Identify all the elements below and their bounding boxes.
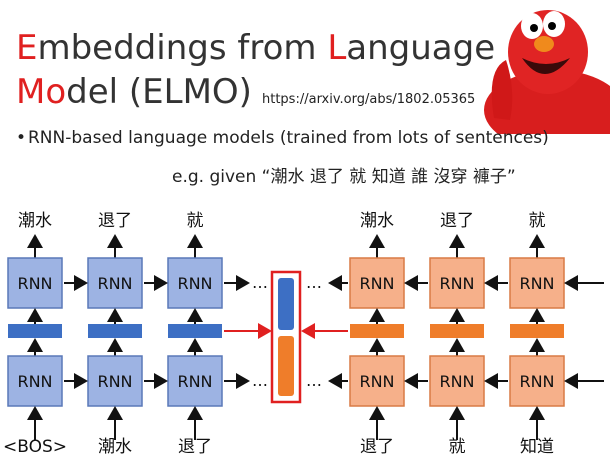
bwd-rnn-top-1-label: RNN [439, 274, 474, 293]
bwd-rnn-bottom-1-label: RNN [439, 372, 474, 391]
title-line-1: Embeddings from Language [16, 28, 496, 68]
fwd-hidden-vector-2 [168, 324, 222, 338]
elmo-diagram: 潮水RNNRNN<BOS>退了RNNRNN潮水就RNNRNN退了潮水RNNRNN… [3, 211, 604, 457]
fwd-output-word-1: 退了 [98, 211, 132, 231]
bwd-output-word-2: 就 [529, 211, 546, 231]
bwd-rnn-top-0-label: RNN [359, 274, 394, 293]
bullet-dot-icon: • [16, 128, 27, 148]
fwd-input-word-0: <BOS> [3, 437, 67, 457]
bwd-input-word-0: 退了 [360, 437, 394, 457]
bwd-output-word-1: 退了 [440, 211, 474, 231]
fwd-rnn-bottom-1-label: RNN [97, 372, 132, 391]
fwd-input-word-2: 退了 [178, 437, 212, 457]
fwd-input-word-1: 潮水 [98, 437, 132, 457]
concat-forward-part [278, 278, 294, 330]
fwd-rnn-top-2-label: RNN [177, 274, 212, 293]
fwd-output-word-2: 就 [187, 211, 204, 231]
fwd-ellipsis-1: … [252, 371, 268, 390]
bwd-hidden-vector-2 [510, 324, 564, 338]
bwd-ellipsis-1: … [306, 371, 322, 390]
bwd-input-word-1: 就 [449, 437, 466, 457]
bwd-ellipsis-0: … [306, 273, 322, 292]
elmo-image [484, 10, 610, 134]
bwd-rnn-bottom-0-label: RNN [359, 372, 394, 391]
fwd-rnn-bottom-0-label: RNN [17, 372, 52, 391]
bwd-hidden-vector-1 [430, 324, 484, 338]
fwd-rnn-top-0-label: RNN [17, 274, 52, 293]
bwd-hidden-vector-0 [350, 324, 404, 338]
fwd-ellipsis-0: … [252, 273, 268, 292]
fwd-rnn-top-1-label: RNN [97, 274, 132, 293]
bwd-rnn-bottom-2-label: RNN [519, 372, 554, 391]
concat-backward-part [278, 336, 294, 396]
fwd-hidden-vector-0 [8, 324, 62, 338]
fwd-hidden-vector-1 [88, 324, 142, 338]
paper-url[interactable]: https://arxiv.org/abs/1802.05365 [262, 92, 475, 107]
fwd-rnn-bottom-2-label: RNN [177, 372, 212, 391]
bwd-input-word-2: 知道 [520, 437, 554, 457]
bullet-point: • RNN-based language models (trained from… [16, 128, 549, 148]
example-sentence: e.g. given “潮水 退了 就 知道 誰 沒穿 褲子” [172, 167, 516, 187]
bwd-rnn-top-2-label: RNN [519, 274, 554, 293]
bwd-output-word-0: 潮水 [360, 211, 394, 231]
fwd-output-word-0: 潮水 [18, 211, 52, 231]
